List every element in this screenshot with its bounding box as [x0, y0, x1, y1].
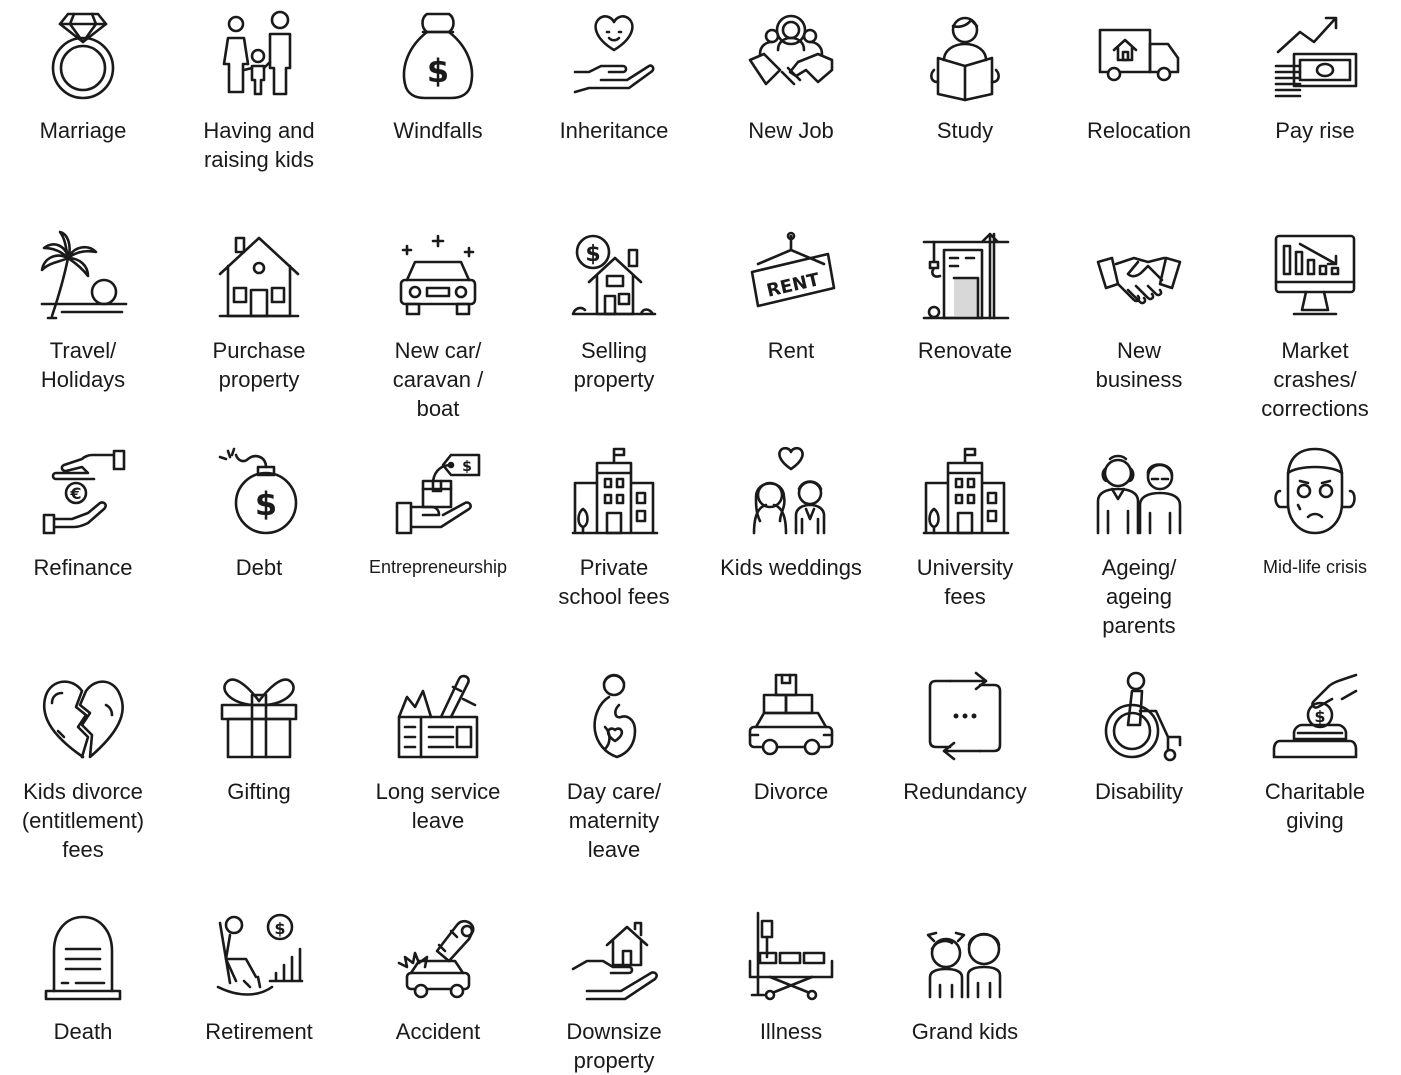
svg-text:$: $	[1314, 707, 1325, 726]
event-label: Retirement	[205, 1019, 313, 1044]
event-label: Divorce	[753, 779, 829, 804]
pregnant-woman-icon	[569, 671, 659, 761]
children-icon	[920, 911, 1010, 1001]
event-label: Charitable giving	[1264, 779, 1366, 833]
money-bag-icon: $	[393, 10, 483, 100]
ticket-plane-icon	[393, 671, 483, 761]
event-label: Day care/ maternity leave	[566, 779, 662, 862]
event-label: Windfalls	[393, 118, 483, 143]
moving-truck-icon	[1094, 10, 1184, 100]
student-book-icon	[920, 10, 1010, 100]
event-label: Inheritance	[559, 118, 669, 143]
gravestone-icon	[38, 911, 128, 1001]
monitor-chart-down-icon	[1270, 230, 1360, 320]
event-label: Accident	[395, 1019, 481, 1044]
wheelchair-icon	[1094, 671, 1184, 761]
repeat-arrows-icon	[920, 671, 1010, 761]
svg-text:$: $	[462, 459, 472, 475]
event-label: New Job	[748, 118, 834, 143]
event-label: Selling property	[573, 338, 655, 392]
broken-heart-icon	[38, 671, 128, 761]
event-label: Debt	[235, 555, 283, 580]
school-building-icon	[569, 447, 659, 537]
wedding-couple-icon	[746, 447, 836, 537]
palm-beach-icon	[38, 230, 128, 320]
svg-text:$: $	[427, 52, 449, 90]
worried-man-icon	[1270, 447, 1360, 537]
event-label: Study	[936, 118, 994, 143]
event-label: Pay rise	[1275, 118, 1355, 143]
svg-text:$: $	[274, 919, 285, 938]
event-label: Travel/ Holidays	[40, 338, 126, 392]
hand-box-tag-icon: $	[393, 447, 483, 537]
event-label: Ageing/ ageing parents	[1101, 555, 1177, 638]
bomb-dollar-icon: $	[214, 447, 304, 537]
event-label: Mid-life crisis	[1262, 557, 1367, 577]
rent-sign-icon: RENT	[746, 230, 836, 320]
event-label: Relocation	[1087, 118, 1191, 143]
event-label: Purchase property	[212, 338, 306, 392]
donation-hand-icon: $	[1270, 671, 1360, 761]
house-icon	[214, 230, 304, 320]
hospital-bed-icon	[746, 911, 836, 1001]
ring-icon	[38, 10, 128, 100]
construction-crane-icon	[920, 230, 1010, 320]
heart-hand-icon	[569, 10, 659, 100]
university-building-icon	[920, 447, 1010, 537]
house-dollar-icon: $	[569, 230, 659, 320]
house-in-hand-icon	[569, 911, 659, 1001]
euro-exchange-icon: €	[38, 447, 128, 537]
event-label: Illness	[759, 1019, 823, 1044]
gift-box-icon	[214, 671, 304, 761]
event-label: Downsize property	[566, 1019, 662, 1073]
event-label: Death	[53, 1019, 113, 1044]
event-label: Rent	[767, 338, 815, 363]
event-label: Long service leave	[375, 779, 501, 833]
event-label: Kids divorce (entitlement) fees	[21, 779, 145, 862]
car-crash-icon	[393, 911, 483, 1001]
car-with-boxes-icon	[746, 671, 836, 761]
event-label: Disability	[1094, 779, 1184, 804]
event-label: Marriage	[39, 118, 127, 143]
event-label: University fees	[916, 555, 1014, 609]
event-label: New car/ caravan / boat	[392, 338, 484, 421]
event-label: Private school fees	[558, 555, 670, 609]
svg-text:$: $	[585, 242, 600, 267]
car-icon	[393, 230, 483, 320]
elderly-couple-icon	[1094, 447, 1184, 537]
rocking-chair-icon: $	[214, 911, 304, 1001]
event-label: Redundancy	[903, 779, 1027, 804]
svg-text:€: €	[69, 484, 81, 503]
handshake-icon	[1094, 230, 1184, 320]
event-label: New business	[1095, 338, 1183, 392]
family-icon	[214, 10, 304, 100]
event-label: Renovate	[917, 338, 1013, 363]
event-label: Refinance	[33, 555, 133, 580]
event-label: Gifting	[227, 779, 291, 804]
team-handshake-icon	[746, 10, 836, 100]
event-label: Entrepreneurship	[368, 557, 508, 577]
money-growth-icon	[1270, 10, 1360, 100]
event-label: Grand kids	[911, 1019, 1019, 1044]
event-label: Market crashes/ corrections	[1261, 338, 1369, 421]
event-label: Kids weddings	[720, 555, 862, 580]
event-label: Having and raising kids	[203, 118, 315, 172]
svg-text:$: $	[255, 485, 277, 523]
